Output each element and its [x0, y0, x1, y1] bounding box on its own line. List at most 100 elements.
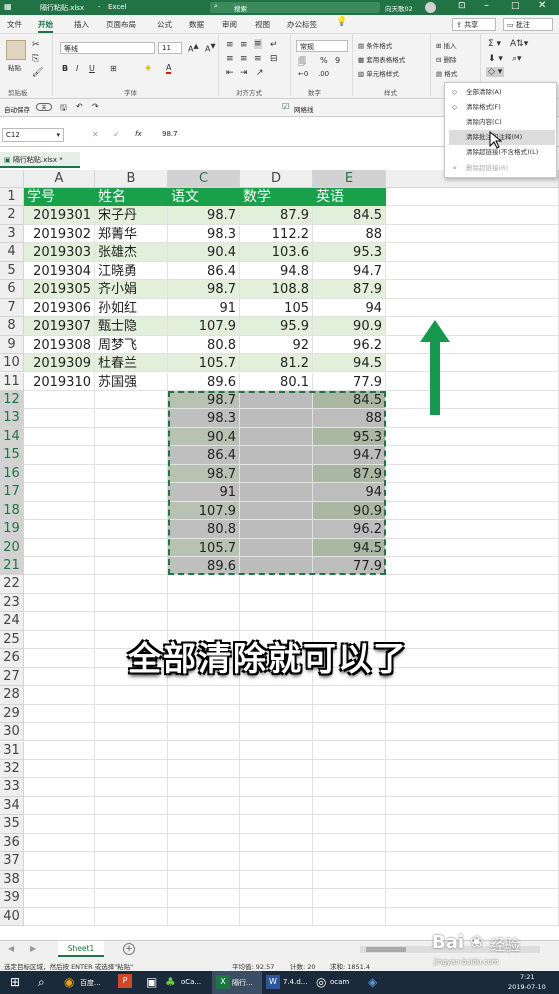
- grid-cell[interactable]: [313, 815, 386, 834]
- row-header[interactable]: 16: [0, 464, 24, 484]
- grid-cell[interactable]: [24, 889, 95, 908]
- merge-cells-icon[interactable]: ⊟: [270, 54, 278, 64]
- grid-cell[interactable]: [459, 520, 559, 539]
- comments-button[interactable]: ▭ 批注: [503, 18, 553, 31]
- grid-cell[interactable]: [459, 206, 559, 225]
- table-row-cell[interactable]: 108.8: [240, 280, 313, 299]
- grid-cell[interactable]: [459, 243, 559, 262]
- grid-cell[interactable]: [24, 446, 95, 465]
- table-row-cell[interactable]: 杜春兰: [95, 354, 168, 373]
- pasted-cell-empty[interactable]: [240, 501, 313, 521]
- redo-icon[interactable]: ↷: [92, 102, 99, 111]
- grid-cell[interactable]: [24, 723, 95, 742]
- tab-data[interactable]: 数据: [189, 19, 204, 30]
- tab-review[interactable]: 审阅: [222, 19, 237, 30]
- avatar[interactable]: [425, 2, 436, 13]
- row-header[interactable]: 30: [0, 723, 24, 742]
- grid-cell[interactable]: [459, 612, 559, 631]
- grid-cell[interactable]: [168, 575, 240, 594]
- enter-icon[interactable]: ✓: [113, 130, 120, 139]
- table-row-cell[interactable]: 84.5: [313, 206, 386, 225]
- grid-cell[interactable]: [240, 612, 313, 631]
- app-icon[interactable]: ◈: [368, 975, 377, 989]
- table-row-cell[interactable]: 80.8: [168, 335, 240, 355]
- grid-cell[interactable]: [240, 870, 313, 890]
- pasted-cell-empty[interactable]: [240, 409, 313, 428]
- paste-button[interactable]: 粘贴: [8, 62, 21, 72]
- grid-cell[interactable]: [24, 815, 95, 834]
- table-row-cell[interactable]: 87.9: [313, 280, 386, 299]
- windows-start-icon[interactable]: ⊞: [10, 975, 20, 989]
- pasted-cell-empty[interactable]: [240, 483, 313, 502]
- grid-cell[interactable]: [240, 833, 313, 853]
- grid-cell[interactable]: [24, 520, 95, 539]
- pasted-cell[interactable]: 105.7: [168, 538, 240, 557]
- grid-cell[interactable]: [24, 593, 95, 613]
- grid-cell[interactable]: [459, 796, 559, 816]
- scroll-left-icon[interactable]: ◀: [8, 944, 14, 953]
- pasted-cell[interactable]: 95.3: [313, 427, 386, 447]
- pasted-cell[interactable]: 77.9: [313, 557, 386, 576]
- increase-decimal-icon[interactable]: ←0: [298, 70, 308, 78]
- grid-cell[interactable]: [24, 870, 95, 890]
- grid-cell[interactable]: [24, 667, 95, 687]
- increase-indent-icon[interactable]: ⇥: [240, 68, 248, 78]
- table-row-cell[interactable]: 81.2: [240, 354, 313, 373]
- grid-cell[interactable]: [459, 188, 559, 207]
- grid-cell[interactable]: [459, 280, 559, 299]
- grid-cell[interactable]: [313, 889, 386, 908]
- row-header[interactable]: 6: [0, 280, 24, 299]
- tab-office-tab[interactable]: 办公标签: [287, 19, 317, 30]
- pasted-cell-empty[interactable]: [240, 464, 313, 484]
- menu-clear-contents[interactable]: 清除内容(C): [449, 115, 555, 130]
- grid-cell[interactable]: [95, 723, 168, 742]
- table-row-cell[interactable]: 90.9: [313, 317, 386, 336]
- grid-cell[interactable]: [313, 870, 386, 890]
- row-header[interactable]: 4: [0, 243, 24, 262]
- grid-cell[interactable]: [95, 427, 168, 447]
- grid-cell[interactable]: [459, 593, 559, 613]
- grid-cell[interactable]: [24, 483, 95, 502]
- grid-cell[interactable]: [95, 612, 168, 631]
- row-header[interactable]: 28: [0, 686, 24, 705]
- grid-cell[interactable]: [168, 759, 240, 779]
- number-format-select[interactable]: 常规: [296, 40, 348, 52]
- row-header[interactable]: 40: [0, 907, 24, 926]
- pasted-cell-empty[interactable]: [240, 427, 313, 447]
- column-header-b[interactable]: B: [95, 170, 168, 188]
- table-row-cell[interactable]: 86.4: [168, 261, 240, 281]
- grid-cell[interactable]: [24, 649, 95, 668]
- grid-cell[interactable]: [240, 686, 313, 705]
- sort-filter-icon[interactable]: A⇅▾: [510, 39, 528, 49]
- table-row-cell[interactable]: 张雄杰: [95, 243, 168, 262]
- table-row-cell[interactable]: 2019309: [24, 354, 95, 373]
- grid-cell[interactable]: [313, 704, 386, 724]
- tab-insert[interactable]: 插入: [74, 19, 89, 30]
- table-row-cell[interactable]: 94.7: [313, 261, 386, 281]
- pasted-cell[interactable]: 80.8: [168, 520, 240, 539]
- grid-cell[interactable]: [24, 704, 95, 724]
- grid-cell[interactable]: [95, 741, 168, 760]
- pasted-cell[interactable]: 86.4: [168, 446, 240, 465]
- search-icon[interactable]: ⌕: [38, 975, 45, 990]
- grid-cell[interactable]: [240, 741, 313, 760]
- grid-cell[interactable]: [459, 390, 559, 410]
- taskbar-item-ocam[interactable]: oCa...: [181, 978, 201, 986]
- grid-cell[interactable]: [240, 575, 313, 594]
- grid-cell[interactable]: [313, 907, 386, 926]
- grid-cell[interactable]: [459, 704, 559, 724]
- row-header[interactable]: 3: [0, 224, 24, 244]
- grid-cell[interactable]: [240, 704, 313, 724]
- cancel-icon[interactable]: ✕: [92, 130, 99, 139]
- row-header[interactable]: 1: [0, 188, 24, 207]
- row-header[interactable]: 24: [0, 612, 24, 631]
- grid-cell[interactable]: [168, 852, 240, 871]
- ocam-icon[interactable]: ◎: [316, 975, 326, 989]
- insert-function-icon[interactable]: fx: [135, 130, 142, 138]
- pasted-cell-empty[interactable]: [240, 538, 313, 557]
- grid-cell[interactable]: [459, 372, 559, 391]
- pasted-cell[interactable]: 96.2: [313, 520, 386, 539]
- grid-cell[interactable]: [168, 870, 240, 890]
- bold-button[interactable]: B: [62, 64, 68, 73]
- table-row-cell[interactable]: 98.7: [168, 206, 240, 225]
